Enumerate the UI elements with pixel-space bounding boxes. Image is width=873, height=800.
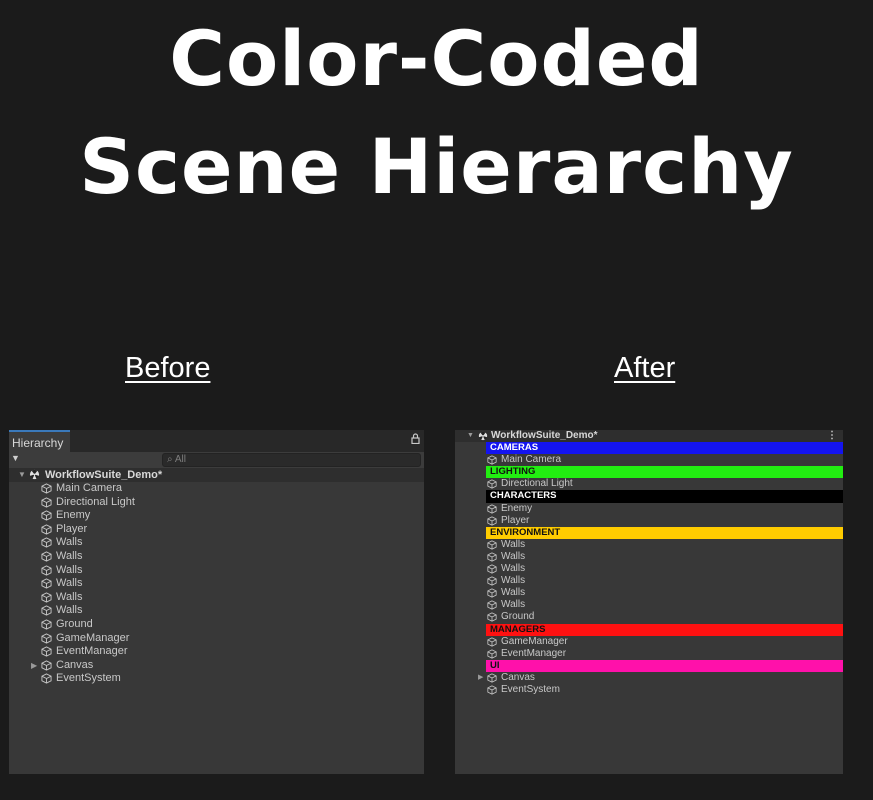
lock-icon[interactable] <box>411 433 420 447</box>
item-label: Walls <box>501 599 526 611</box>
hierarchy-item[interactable]: Walls <box>9 577 424 591</box>
expand-arrow-icon[interactable]: ▶ <box>31 659 37 673</box>
hierarchy-item[interactable]: Main Camera <box>455 454 843 466</box>
item-label: Enemy <box>56 509 91 522</box>
hierarchy-panel-after: ▼ WorkflowSuite_Demo* ⋮ CAMERAS Main Came… <box>455 430 843 774</box>
category-header-row[interactable]: CHARACTERS <box>455 490 843 503</box>
item-label: Main Camera <box>56 482 123 494</box>
hierarchy-item[interactable]: Walls <box>455 539 843 551</box>
item-label: Ground <box>56 617 93 630</box>
hierarchy-item[interactable]: EventManager <box>455 648 843 660</box>
foldout-arrow-icon[interactable]: ▼ <box>467 430 474 442</box>
item-label: Enemy <box>501 502 533 514</box>
tab-bar: Hierarchy <box>9 430 424 452</box>
hierarchy-item[interactable]: Main Camera <box>9 482 424 496</box>
hierarchy-item[interactable]: Enemy <box>9 509 424 523</box>
hierarchy-item[interactable]: Walls <box>455 551 843 563</box>
item-label: Player <box>56 522 88 535</box>
category-header-label: LIGHTING <box>486 466 843 479</box>
item-label: Walls <box>501 563 526 575</box>
scene-root-row[interactable]: ▼ WorkflowSuite_Demo* <box>9 468 424 482</box>
page-title-line2: Scene Hierarchy <box>79 122 794 211</box>
hierarchy-item[interactable]: EventSystem <box>455 684 843 696</box>
item-label: Walls <box>501 587 526 599</box>
hierarchy-item[interactable]: Walls <box>455 587 843 599</box>
item-label: EventSystem <box>501 683 560 695</box>
search-icon: ⌕ <box>167 454 173 465</box>
item-label: Walls <box>56 536 83 549</box>
item-label: Player <box>501 514 530 526</box>
search-input[interactable]: ⌕ All <box>162 453 421 467</box>
caption-after: After <box>614 352 676 384</box>
item-label: EventManager <box>56 645 128 658</box>
category-header-row[interactable]: LIGHTING <box>455 466 843 479</box>
item-label: Directional Light <box>501 478 573 490</box>
gameobject-cube-icon <box>487 685 497 699</box>
tab-hierarchy[interactable]: Hierarchy <box>9 430 70 452</box>
hierarchy-tree: ▼ WorkflowSuite_Demo* Main Camera Direct… <box>9 468 424 686</box>
hierarchy-tree-colored: ▼ WorkflowSuite_Demo* ⋮ CAMERAS Main Came… <box>455 430 843 696</box>
hierarchy-item[interactable]: Walls <box>455 599 843 611</box>
hierarchy-item[interactable]: Walls <box>9 591 424 605</box>
category-header-label: ENVIRONMENT <box>486 526 843 539</box>
item-label: Walls <box>501 575 526 587</box>
hierarchy-item[interactable]: Directional Light <box>455 478 843 490</box>
scene-name: WorkflowSuite_Demo* <box>491 430 598 441</box>
hierarchy-item[interactable]: Walls <box>9 604 424 618</box>
scene-root-row[interactable]: ▼ WorkflowSuite_Demo* ⋮ <box>455 430 843 443</box>
hierarchy-item[interactable]: Walls <box>9 550 424 564</box>
item-label: EventManager <box>501 647 567 659</box>
caption-before: Before <box>125 352 211 384</box>
hierarchy-item[interactable]: GameManager <box>455 636 843 648</box>
item-label: Ground <box>501 611 535 623</box>
item-label: Walls <box>56 590 83 603</box>
item-label: GameManager <box>501 635 568 647</box>
hierarchy-item[interactable]: ▶ Canvas <box>9 659 424 673</box>
create-dropdown-icon[interactable]: ▼ <box>11 453 20 463</box>
item-label: Walls <box>56 549 83 562</box>
hierarchy-item[interactable]: Directional Light <box>9 496 424 510</box>
item-label: Canvas <box>56 658 94 671</box>
hierarchy-item[interactable]: Enemy <box>455 503 843 515</box>
item-label: EventSystem <box>56 672 121 685</box>
item-label: Walls <box>501 538 526 550</box>
item-label: Main Camera <box>501 454 562 466</box>
item-label: Walls <box>56 604 83 617</box>
item-label: Walls <box>56 577 83 590</box>
category-header-label: UI <box>486 659 843 672</box>
more-options-icon[interactable]: ⋮ <box>827 430 837 442</box>
hierarchy-item[interactable]: Walls <box>455 563 843 575</box>
hierarchy-item[interactable]: Walls <box>9 536 424 550</box>
hierarchy-item[interactable]: Player <box>455 515 843 527</box>
category-header-label: CHARACTERS <box>486 490 843 503</box>
category-header-label: MANAGERS <box>486 623 843 636</box>
hierarchy-item[interactable]: Ground <box>455 611 843 623</box>
hierarchy-item[interactable]: GameManager <box>9 632 424 646</box>
category-header-row[interactable]: ENVIRONMENT <box>455 526 843 539</box>
gameobject-cube-icon <box>41 673 52 689</box>
hierarchy-item[interactable]: EventManager <box>9 645 424 659</box>
item-label: Canvas <box>501 671 535 683</box>
item-label: Walls <box>501 550 526 562</box>
hierarchy-item[interactable]: Player <box>9 523 424 537</box>
category-header-row[interactable]: UI <box>455 659 843 672</box>
search-placeholder: All <box>174 454 186 465</box>
hierarchy-item[interactable]: ▶ Canvas <box>455 672 843 684</box>
foldout-arrow-icon[interactable]: ▼ <box>18 468 26 482</box>
category-header-row[interactable]: MANAGERS <box>455 623 843 636</box>
expand-arrow-icon[interactable]: ▶ <box>478 672 483 684</box>
category-header-label: CAMERAS <box>486 442 843 455</box>
hierarchy-item[interactable]: EventSystem <box>9 672 424 686</box>
hierarchy-item[interactable]: Walls <box>455 575 843 587</box>
page-title-line1: Color-Coded <box>169 14 704 103</box>
hierarchy-item[interactable]: Ground <box>9 618 424 632</box>
hierarchy-item[interactable]: Walls <box>9 564 424 578</box>
category-header-row[interactable]: CAMERAS <box>455 442 843 455</box>
item-label: Walls <box>56 563 83 576</box>
hierarchy-panel-before: Hierarchy ▼ ⌕ All ▼ WorkflowSuite_Demo* … <box>9 430 424 774</box>
scene-name: WorkflowSuite_Demo* <box>45 469 163 481</box>
item-label: GameManager <box>56 631 130 644</box>
item-label: Directional Light <box>56 495 135 508</box>
